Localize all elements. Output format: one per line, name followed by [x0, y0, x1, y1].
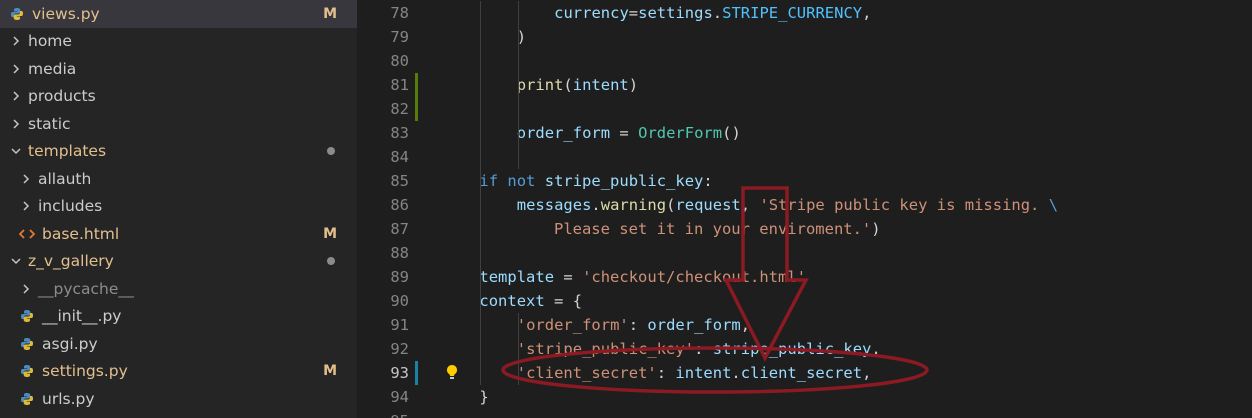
- line-number: 90: [390, 292, 409, 310]
- indent-guide: [518, 1, 520, 169]
- code-editor[interactable]: 78 currency=settings.STRIPE_CURRENCY, 79 …: [357, 0, 1252, 418]
- chevron-right-icon[interactable]: [18, 281, 34, 297]
- line-number: 89: [390, 268, 409, 286]
- line-number: 79: [390, 28, 409, 46]
- chevron-right-icon[interactable]: [8, 61, 24, 77]
- tree-item-label: __init__.py: [42, 307, 122, 326]
- code-line[interactable]: 'stripe_public_key': stripe_public_key,: [442, 337, 881, 361]
- chevron-right-icon[interactable]: [18, 198, 34, 214]
- git-changes-dot: [327, 257, 335, 266]
- line-number: 83: [390, 124, 409, 142]
- tree-item-label: static: [28, 114, 71, 133]
- python-file-icon: [18, 308, 36, 324]
- code-line[interactable]: currency=settings.STRIPE_CURRENCY,: [442, 1, 871, 25]
- git-modified-badge: M: [323, 225, 337, 242]
- chevron-down-icon[interactable]: [8, 143, 24, 159]
- tree-item-label: allauth: [38, 169, 92, 188]
- code-line[interactable]: 'client_secret': intent.client_secret,: [442, 361, 872, 385]
- tree-item-templates[interactable]: templates: [0, 138, 357, 166]
- indent-guide: [480, 1, 482, 385]
- tree-item-static[interactable]: static: [0, 110, 357, 138]
- tree-item-z-v-gallery[interactable]: z_v_gallery: [0, 248, 357, 276]
- tree-item--init-py[interactable]: __init__.py: [0, 303, 357, 331]
- chevron-right-icon[interactable]: [8, 116, 24, 132]
- line-number: 86: [390, 196, 409, 214]
- code-line[interactable]: order_form = OrderForm(): [442, 121, 741, 145]
- tree-item-base-html[interactable]: base.html M: [0, 220, 357, 248]
- code-line[interactable]: ): [442, 25, 526, 49]
- tree-item-label: templates: [28, 142, 107, 161]
- line-number: 91: [390, 316, 409, 334]
- code-line[interactable]: if not stripe_public_key:: [442, 169, 712, 193]
- lightbulb-icon[interactable]: [445, 364, 459, 386]
- tree-item-urls-py[interactable]: urls.py: [0, 385, 357, 413]
- diff-gutter-marker: [415, 73, 418, 121]
- line-number: 93: [390, 364, 409, 382]
- tree-item-label: home: [28, 32, 72, 51]
- python-file-icon: [18, 363, 36, 379]
- line-number: 95: [357, 409, 409, 418]
- tree-item-label: asgi.py: [42, 334, 98, 353]
- git-changes-dot: [327, 147, 335, 156]
- code-line[interactable]: print(intent): [442, 73, 638, 97]
- tree-item-label: urls.py: [42, 389, 95, 408]
- line-number: 80: [390, 52, 409, 70]
- tree-item--pycache-[interactable]: __pycache__: [0, 275, 357, 303]
- line-number: 84: [390, 148, 409, 166]
- python-file-icon: [8, 6, 26, 22]
- code-line[interactable]: Please set it in your enviroment.'): [442, 217, 881, 241]
- line-number: 78: [390, 4, 409, 22]
- diff-gutter-marker: [415, 361, 418, 385]
- chevron-down-icon[interactable]: [8, 253, 24, 269]
- tree-item-label: base.html: [42, 224, 120, 243]
- tree-item-settings-py[interactable]: settings.py M: [0, 358, 357, 386]
- code-line[interactable]: messages.warning(request, 'Stripe public…: [442, 193, 1058, 217]
- code-line[interactable]: context = {: [442, 289, 582, 313]
- tree-item-label: includes: [38, 197, 103, 216]
- chevron-right-icon[interactable]: [8, 88, 24, 104]
- tree-item-label: media: [28, 59, 77, 78]
- tree-item-media[interactable]: media: [0, 55, 357, 83]
- code-line[interactable]: template = 'checkout/checkout.html': [442, 265, 806, 289]
- git-modified-badge: M: [323, 363, 337, 380]
- code-line[interactable]: 'order_form': order_form,: [442, 313, 750, 337]
- tree-item-asgi-py[interactable]: asgi.py: [0, 330, 357, 358]
- tree-item-label: products: [28, 87, 96, 106]
- tree-item-label: z_v_gallery: [28, 252, 114, 271]
- tree-item-label: settings.py: [42, 362, 128, 381]
- tree-item-views-py[interactable]: views.py M: [0, 0, 357, 28]
- indent-guide: [518, 313, 520, 385]
- explorer-sidebar: views.py Mhome media products static template…: [0, 0, 357, 418]
- chevron-right-icon[interactable]: [8, 33, 24, 49]
- chevron-right-icon[interactable]: [18, 171, 34, 187]
- line-number: 85: [390, 172, 409, 190]
- git-modified-badge: M: [323, 5, 337, 22]
- line-number: 87: [390, 220, 409, 238]
- tree-item-label: views.py: [32, 4, 100, 23]
- line-number: 92: [390, 340, 409, 358]
- line-number: 82: [390, 100, 409, 118]
- line-number: 94: [390, 388, 409, 406]
- line-number: 81: [390, 76, 409, 94]
- python-file-icon: [18, 391, 36, 407]
- line-number: 88: [390, 244, 409, 262]
- python-file-icon: [18, 336, 36, 352]
- tree-item-home[interactable]: home: [0, 28, 357, 56]
- html-file-icon: [18, 226, 36, 242]
- tree-item-label: __pycache__: [38, 279, 134, 298]
- tree-item-products[interactable]: products: [0, 83, 357, 111]
- tree-item-allauth[interactable]: allauth: [0, 165, 357, 193]
- tree-item-includes[interactable]: includes: [0, 193, 357, 221]
- code-line[interactable]: }: [442, 385, 488, 409]
